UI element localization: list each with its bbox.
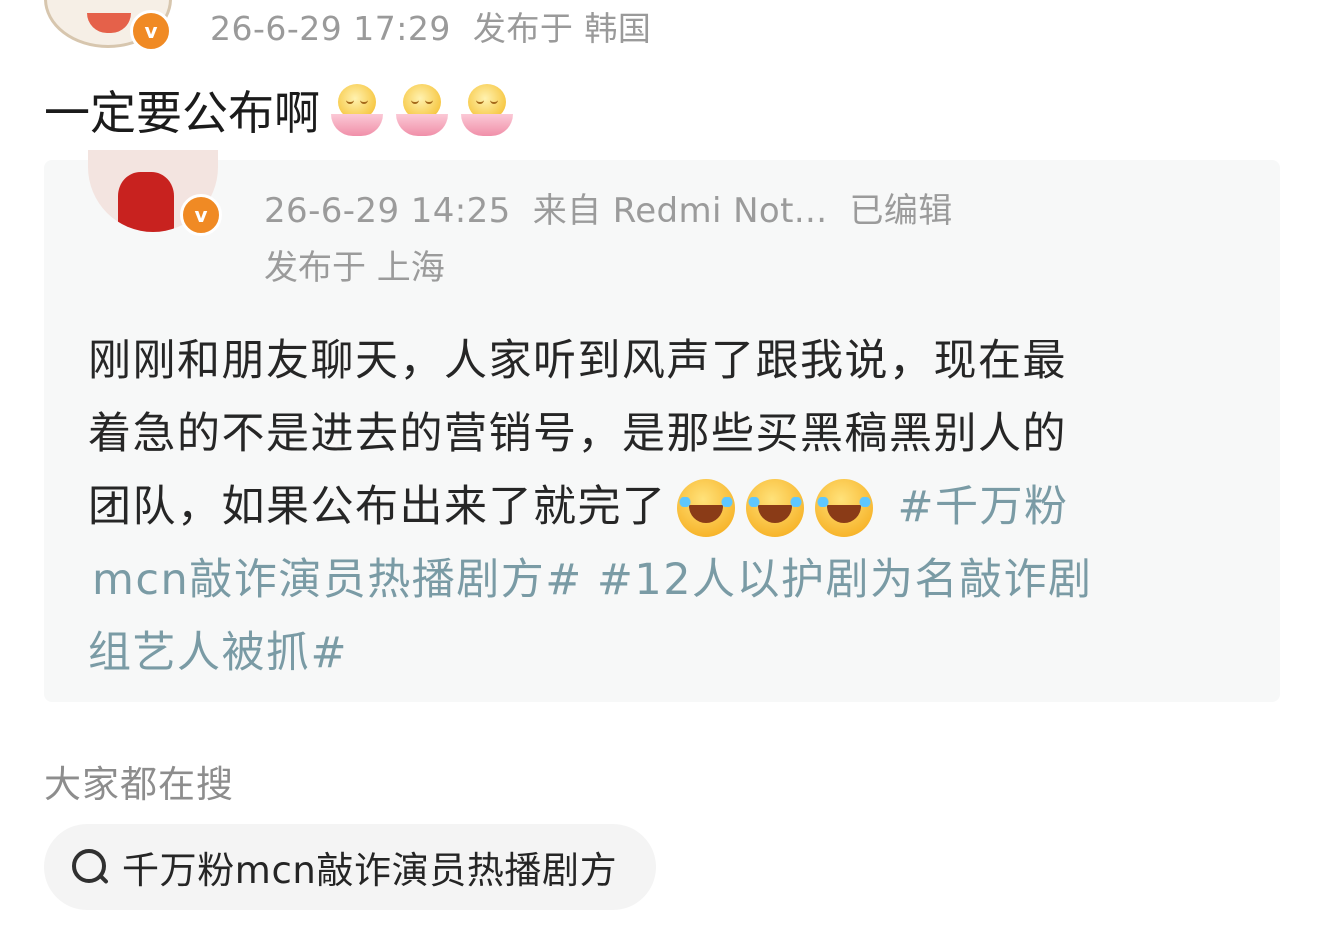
search-icon — [70, 847, 110, 887]
lotus-emoji-icon — [329, 82, 385, 138]
comment-meta: 26-6-29 17:29 发布于 韩国 — [210, 2, 651, 50]
body-line: 刚刚和朋友聊天，人家听到风声了跟我说，现在最 — [88, 336, 1067, 386]
body-line: 团队，如果公布出来了就完了 #千万粉 — [88, 471, 1208, 544]
topic-link[interactable]: 组艺人被抓# — [88, 617, 348, 690]
quoted-meta: 26-6-29 14:25 来自 Redmi Not... 已编辑 — [264, 183, 953, 232]
quoted-location: 发布于 上海 — [264, 248, 445, 288]
quoted-post-body: 刚刚和朋友聊天，人家听到风声了跟我说，现在最 着急的不是进去的营销号，是那些买黑… — [88, 325, 1208, 690]
topic-link[interactable]: #12人以护剧为名敲诈剧 — [597, 544, 1093, 617]
weibo-comment-screenshot: v 26-6-29 17:29 发布于 韩国 一定要公布啊 v 26-6-29 1… — [0, 0, 1320, 932]
verified-badge-icon: v — [130, 10, 172, 52]
laughing-tears-emoji-icon — [814, 478, 873, 537]
lotus-emoji-icon — [459, 82, 515, 138]
comment-text: 一定要公布啊 — [44, 86, 320, 140]
body-line: mcn敲诈演员热播剧方# #12人以护剧为名敲诈剧 — [88, 544, 1208, 617]
comment-location: 发布于 韩国 — [472, 9, 652, 48]
body-line: 组艺人被抓# — [88, 617, 1208, 690]
comment-body: 一定要公布啊 — [44, 80, 515, 140]
verified-badge-icon: v — [180, 194, 222, 236]
quoted-edited: 已编辑 — [849, 191, 953, 231]
quoted-time: 26-6-29 14:25 — [264, 191, 511, 231]
topic-link[interactable]: mcn敲诈演员热播剧方# — [92, 544, 583, 617]
topic-link[interactable]: #千万粉 — [898, 471, 1069, 544]
body-line-text: 团队，如果公布出来了就完了 — [88, 482, 667, 532]
laughing-tears-emoji-icon — [676, 478, 735, 537]
comment-time: 26-6-29 17:29 — [210, 9, 451, 48]
body-line: 着急的不是进去的营销号，是那些买黑稿黑别人的 — [88, 409, 1067, 459]
laughing-tears-emoji-icon — [745, 478, 804, 537]
trending-search-heading: 大家都在搜 — [44, 763, 234, 806]
quoted-source: 来自 Redmi Not... — [532, 191, 828, 231]
lotus-emoji-icon — [394, 82, 450, 138]
trending-search-query: 千万粉mcn敲诈演员热播剧方 — [122, 849, 618, 892]
trending-search-chip[interactable]: 千万粉mcn敲诈演员热播剧方 — [44, 824, 656, 910]
laugh-emoji-group — [676, 478, 884, 537]
